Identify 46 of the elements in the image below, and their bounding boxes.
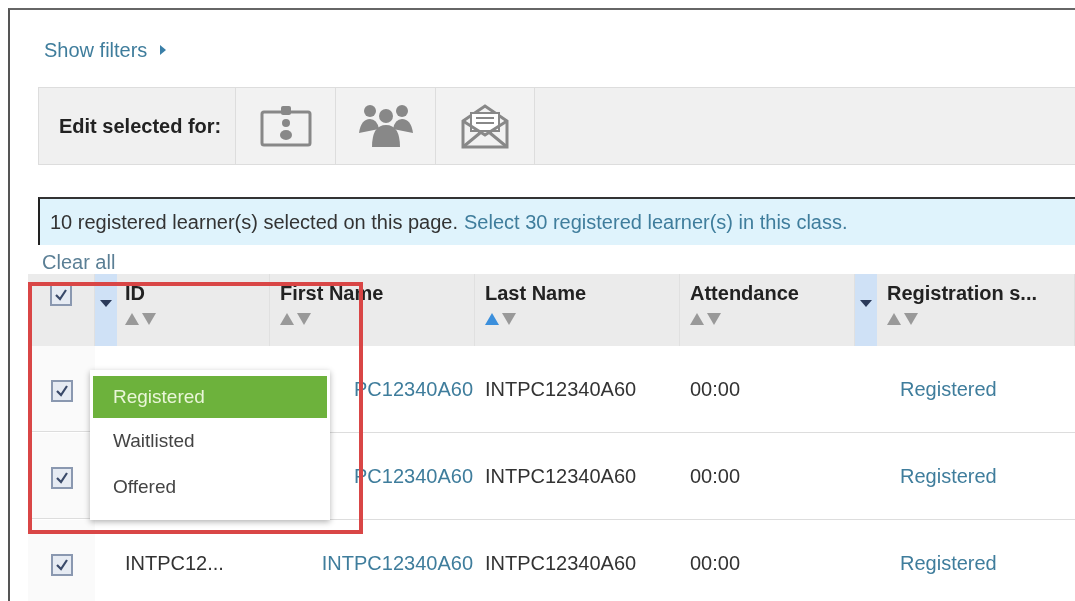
table-cell: 00:00 (690, 551, 741, 575)
sort-ascending-icon[interactable] (125, 313, 139, 325)
column-header[interactable]: ID (125, 282, 156, 305)
table-cell: INTPC12340A60 (485, 551, 637, 575)
checkmark-icon (54, 558, 69, 572)
open-envelope-icon (460, 103, 511, 149)
checkmark-icon (54, 288, 68, 302)
sort-descending-icon[interactable] (142, 313, 156, 325)
table-cell: INTPC12340A60 (485, 464, 637, 488)
clear-all-link[interactable]: Clear all (42, 251, 116, 274)
filter-dropdown-handle[interactable] (855, 274, 877, 346)
status-link[interactable]: Registered (900, 464, 997, 488)
sort-descending-icon[interactable] (904, 313, 918, 325)
sort-descending-icon[interactable] (297, 313, 311, 325)
people-group-icon (356, 103, 415, 149)
selection-message: 10 registered learner(s) selected on this page. (50, 210, 458, 234)
filter-dropdown-handle[interactable] (95, 274, 117, 346)
table-cell: INTPC12340A60 (485, 377, 637, 401)
sort-descending-icon[interactable] (502, 313, 516, 325)
sort-ascending-icon[interactable] (690, 313, 704, 325)
column-header[interactable]: Attendance (690, 282, 799, 305)
filter-option[interactable]: Offered (93, 464, 327, 510)
sort-descending-icon[interactable] (707, 313, 721, 325)
show-filters-link[interactable]: Show filters (44, 38, 148, 62)
sort-ascending-icon[interactable] (280, 313, 294, 325)
select-all-checkbox[interactable] (50, 284, 72, 306)
column-header[interactable]: Last Name (485, 282, 587, 305)
sort-ascending-icon[interactable] (485, 313, 499, 325)
table-cell: INTPC12... (125, 551, 224, 575)
table-cell: 00:00 (690, 464, 741, 488)
status-link[interactable]: Registered (900, 377, 997, 401)
select-all-link[interactable]: Select 30 registered learner(s) in this class. (464, 210, 848, 234)
row-checkbox[interactable] (50, 554, 73, 576)
first-name-link[interactable]: INTPC12340A60 (321, 551, 473, 575)
row-checkbox[interactable] (50, 467, 73, 489)
filter-option[interactable]: Registered (93, 376, 327, 418)
email-button[interactable] (435, 88, 536, 164)
filter-option[interactable]: Waitlisted (93, 418, 327, 464)
table-cell: 00:00 (690, 377, 741, 401)
sort-ascending-icon[interactable] (887, 313, 901, 325)
toolbar-label: Edit selected for: (58, 114, 223, 138)
checkmark-icon (54, 384, 69, 398)
checkmark-icon (54, 471, 69, 485)
status-link[interactable]: Registered (900, 551, 997, 575)
row-checkbox[interactable] (50, 380, 73, 402)
caret-right-icon (159, 45, 168, 55)
